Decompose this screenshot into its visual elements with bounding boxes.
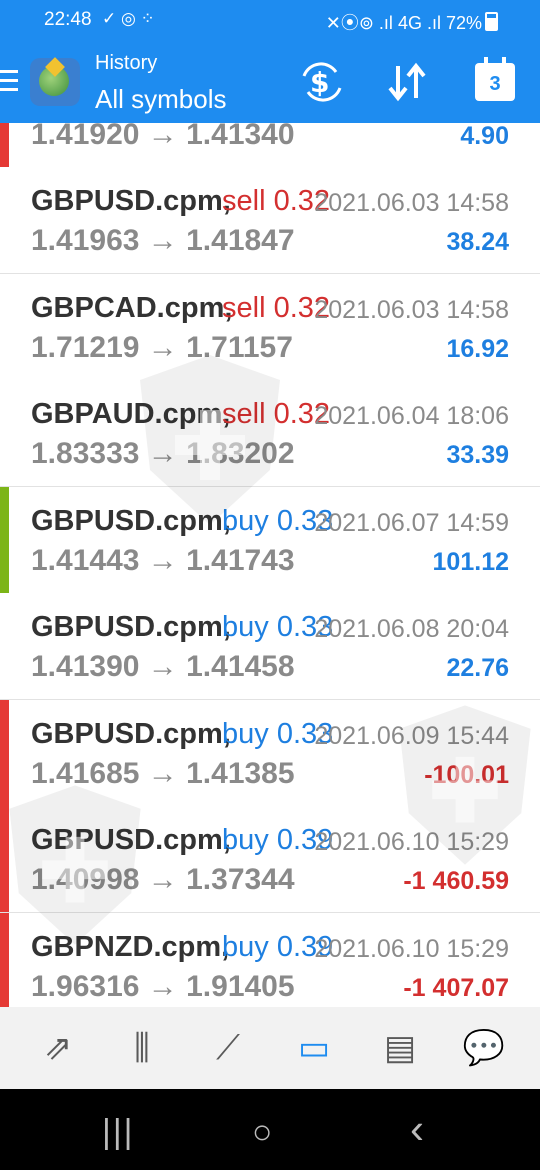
row-indicator: [0, 806, 9, 912]
trade-prices: 1.96316 → 1.91405: [31, 969, 295, 1003]
trade-icon[interactable]: ⟋: [205, 1025, 251, 1071]
row-indicator: [0, 912, 9, 1007]
quotes-icon[interactable]: ⇗: [35, 1025, 81, 1071]
trade-date: 2021.06.03 14:58: [314, 189, 509, 217]
status-left-icons: ✓ ◎ ⁘: [102, 9, 155, 28]
trade-row[interactable]: GBPUSD.cpm, buy 0.33 2021.06.07 14:59 1.414…: [0, 486, 540, 594]
recents-button[interactable]: |||: [102, 1113, 135, 1152]
page-title: History: [95, 52, 158, 74]
trade-history-list[interactable]: 1.41920 → 1.41340 4.90 GBPUSD.cpm, sell 0…: [0, 123, 540, 1007]
trade-date: 2021.06.09 15:44: [314, 721, 509, 750]
trade-profit: 4.90: [460, 123, 509, 150]
trade-profit: 38.24: [446, 228, 509, 256]
svg-text:$: $: [310, 66, 329, 99]
trade-profit: 22.76: [446, 654, 509, 682]
trade-prices: 1.83333 → 1.83202: [31, 437, 295, 470]
status-time: 22:48: [44, 9, 92, 30]
trade-symbol: GBPUSD.cpm,: [31, 717, 231, 750]
trade-prices: 1.41390 → 1.41458: [31, 650, 295, 683]
row-indicator: [0, 123, 9, 167]
sort-icon[interactable]: [386, 62, 430, 110]
home-button[interactable]: ○: [252, 1113, 273, 1152]
trade-row[interactable]: GBPUSD.cpm, buy 0.33 2021.06.09 15:44 1.416…: [0, 699, 540, 807]
back-button[interactable]: ‹: [410, 1105, 424, 1153]
status-bar: 22:48 ✓ ◎ ⁘ ✕⦿⊚ .ıl 4G .ıl 72%: [0, 0, 540, 44]
trade-profit: 16.92: [446, 334, 509, 363]
calendar-number: 3: [489, 73, 501, 95]
currency-filter-icon[interactable]: $: [300, 62, 344, 110]
bottom-nav: ⇗ ⫼ ⟋ ▭ ▤ 💬: [0, 1007, 540, 1089]
app-header: 22:48 ✓ ◎ ⁘ ✕⦿⊚ .ıl 4G .ıl 72% History A…: [0, 0, 540, 123]
trade-profit: -100.01: [424, 760, 509, 789]
status-right: ✕⦿⊚ .ıl 4G .ıl 72%: [326, 9, 498, 35]
trade-profit: 33.39: [446, 441, 509, 469]
chart-icon[interactable]: ⫼: [119, 1025, 165, 1071]
system-nav-bar: ||| ○ ‹: [0, 1089, 540, 1170]
partial-trade-row[interactable]: 1.41920 → 1.41340 4.90: [0, 123, 540, 168]
trade-symbol: GBPCAD.cpm,: [31, 291, 233, 324]
trade-prices: 1.71219 → 1.71157: [31, 330, 293, 364]
trade-profit: -1 460.59: [403, 867, 509, 895]
status-signal-icons: ✕⦿⊚ .ıl: [325, 13, 393, 33]
row-indicator: [0, 486, 9, 593]
trade-date: 2021.06.10 15:29: [314, 828, 509, 856]
trade-prices: 1.40998 → 1.37344: [31, 863, 295, 896]
trade-prices: 1.41963 → 1.41847: [31, 224, 295, 257]
app-logo-icon: [30, 58, 80, 106]
trade-symbol: GBPUSD.cpm,: [31, 504, 231, 537]
trade-row[interactable]: GBPAUD.cpm, sell 0.32 2021.06.04 18:06 1.83…: [0, 380, 540, 487]
news-icon[interactable]: ▤: [377, 1025, 423, 1071]
trade-date: 2021.06.03 14:58: [314, 295, 509, 324]
trade-prices: 1.41920 → 1.41340: [31, 123, 295, 151]
trade-symbol: GBPNZD.cpm,: [31, 930, 230, 963]
trade-date: 2021.06.04 18:06: [314, 402, 509, 430]
trade-date: 2021.06.07 14:59: [314, 508, 509, 537]
row-indicator: [0, 699, 9, 806]
calendar-icon[interactable]: 3: [475, 57, 515, 101]
trade-profit: -1 407.07: [403, 973, 509, 1002]
trade-prices: 1.41685 → 1.41385: [31, 756, 295, 790]
trade-profit: 101.12: [432, 547, 509, 576]
trade-prices: 1.41443 → 1.41743: [31, 543, 295, 577]
trade-row[interactable]: GBPCAD.cpm, sell 0.32 2021.06.03 14:58 1.71…: [0, 273, 540, 381]
status-battery-text: 4G .ıl 72%: [397, 13, 482, 33]
trade-date: 2021.06.08 20:04: [314, 615, 509, 643]
history-icon[interactable]: ▭: [291, 1025, 337, 1071]
trade-row[interactable]: GBPNZD.cpm, buy 0.39 2021.06.10 15:29 1.963…: [0, 912, 540, 1007]
trade-row[interactable]: GBPUSD.cpm, sell 0.32 2021.06.03 14:58 1.41…: [0, 167, 540, 274]
trade-row[interactable]: GBPUSD.cpm, buy 0.33 2021.06.08 20:04 1.413…: [0, 593, 540, 700]
trade-row[interactable]: GBPUSD.cpm, buy 0.39 2021.06.10 15:29 1.409…: [0, 806, 540, 913]
symbol-filter[interactable]: All symbols: [95, 84, 226, 115]
trade-symbol: GBPUSD.cpm,: [31, 824, 231, 856]
trade-symbol: GBPAUD.cpm,: [31, 398, 231, 430]
menu-icon[interactable]: [0, 70, 18, 97]
chat-icon[interactable]: 💬: [461, 1025, 507, 1071]
trade-symbol: GBPUSD.cpm,: [31, 611, 231, 643]
trade-date: 2021.06.10 15:29: [314, 934, 509, 963]
trade-symbol: GBPUSD.cpm,: [31, 185, 231, 217]
battery-icon: [485, 12, 498, 31]
